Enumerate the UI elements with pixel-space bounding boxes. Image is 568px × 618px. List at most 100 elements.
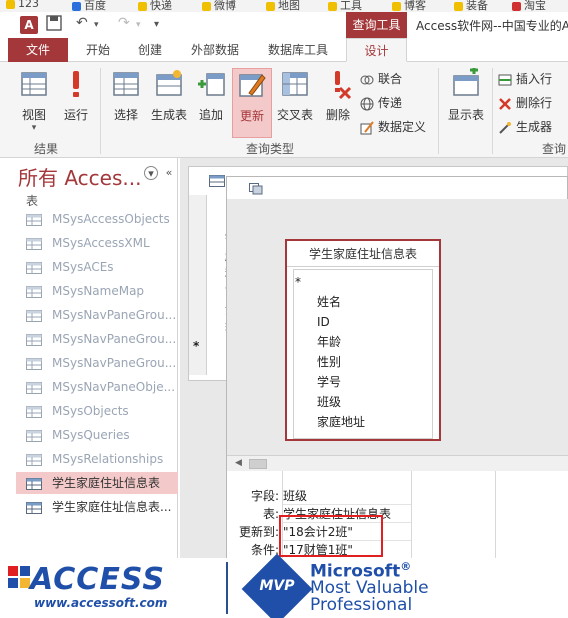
- globe-icon: [360, 97, 374, 110]
- tab-file[interactable]: 文件: [8, 38, 68, 62]
- view-icon: [21, 72, 47, 96]
- bookmark-item[interactable]: 123: [6, 0, 39, 10]
- data-definition-query-button[interactable]: 数据定义: [360, 116, 426, 138]
- union-query-button[interactable]: 联合: [360, 68, 402, 90]
- table-icon: [26, 333, 42, 346]
- tab-external-data[interactable]: 外部数据: [180, 38, 250, 62]
- builder-button[interactable]: 生成器: [498, 116, 552, 138]
- insert-rows-button[interactable]: 插入行: [498, 68, 552, 90]
- nav-item-table[interactable]: MSysNavPaneGrou...: [16, 304, 178, 326]
- delete-rows-button[interactable]: 删除行: [498, 92, 552, 114]
- ribbon-tabs: 文件 开始 创建 外部数据 数据库工具 设计: [0, 38, 568, 62]
- view-button[interactable]: 视图 ▾: [14, 68, 54, 138]
- field-list-item[interactable]: *: [295, 273, 429, 292]
- query-design-window: 学生家庭住址信息表 * 姓名 ID 年龄 性别 学号 班级 家庭地址 ◀ 字段:…: [226, 176, 568, 559]
- nav-item-table[interactable]: MSysNavPaneGrou...: [16, 352, 178, 374]
- field-list-item[interactable]: 学号: [317, 373, 451, 392]
- ribbon-separator: [100, 68, 101, 154]
- tab-home[interactable]: 开始: [76, 38, 120, 62]
- table-icon: [26, 453, 42, 466]
- nav-item-table[interactable]: MSysACEs: [16, 256, 178, 278]
- nav-item-student-address-table[interactable]: 学生家庭住址信息表: [16, 472, 178, 494]
- professional-label: Professional: [310, 595, 413, 615]
- nav-item-table[interactable]: MSysNameMap: [16, 280, 178, 302]
- table-icon: [26, 405, 42, 418]
- customize-qat-icon[interactable]: ▾: [154, 19, 159, 30]
- field-list-student-address[interactable]: 学生家庭住址信息表 * 姓名 ID 年龄 性别 学号 班级 家庭地址: [285, 239, 441, 441]
- insert-rows-icon: [498, 74, 512, 85]
- undo-dropdown-icon[interactable]: ▾: [94, 20, 99, 30]
- navigation-pane: 所有 Acces... ▾ « 表 MSysAccessObjects MSys…: [8, 158, 178, 558]
- bookmark-item[interactable]: 百度: [72, 0, 106, 12]
- nav-item-table[interactable]: MSysNavPaneObje...: [16, 376, 178, 398]
- nav-item-student-address-table-copy[interactable]: 学生家庭住址信息表...: [16, 496, 178, 518]
- nav-item-table[interactable]: MSysRelationships: [16, 448, 178, 470]
- footer-logo-strip: ACCESS www.accessoft.com MVP Microsoft® …: [0, 553, 568, 618]
- nav-item-table[interactable]: MSysObjects: [16, 400, 178, 422]
- nav-item-table[interactable]: MSysNavPaneGrou...: [16, 328, 178, 350]
- table-icon: [26, 237, 42, 250]
- show-table-button[interactable]: 显示表: [444, 68, 488, 138]
- field-list-item[interactable]: 性别: [317, 353, 451, 372]
- grid-cell-field[interactable]: 班级: [283, 487, 411, 505]
- field-list-item[interactable]: 班级: [317, 393, 451, 412]
- ribbon-separator: [438, 68, 439, 154]
- run-exclamation-icon: [73, 71, 79, 97]
- bookmark-item[interactable]: 快递: [138, 0, 172, 12]
- table-icon: [26, 357, 42, 370]
- query-type-group-label: 查询类型: [246, 142, 295, 156]
- run-button[interactable]: 运行: [58, 68, 94, 138]
- results-group-label: 结果: [34, 142, 59, 156]
- pass-through-query-button[interactable]: 传递: [360, 92, 402, 114]
- document-area: 张 钱 赵 程 首 黄 李 * 学生家庭住址信息表 * 姓名 ID 年龄 性别 …: [180, 158, 568, 559]
- bookmark-item[interactable]: 装备: [454, 0, 488, 12]
- field-list-item[interactable]: 年龄: [317, 333, 451, 352]
- access-app-icon[interactable]: A: [20, 16, 38, 34]
- field-list-item[interactable]: ID: [317, 313, 451, 332]
- ribbon: 视图 ▾ 运行 结果 选择 生成表 追加 更新 交叉表 删除 联合 传递 数据定…: [0, 62, 568, 158]
- save-icon[interactable]: [46, 15, 62, 35]
- append-query-button[interactable]: 追加: [192, 68, 230, 138]
- data-definition-icon: [360, 120, 374, 134]
- table-pane-scrollbar[interactable]: ◀: [227, 455, 568, 471]
- table-icon: [26, 285, 42, 298]
- footer-divider: [226, 562, 228, 614]
- undo-icon[interactable]: ↶: [76, 15, 88, 31]
- delete-query-button[interactable]: 删除: [318, 68, 358, 138]
- bookmark-item[interactable]: 地图: [266, 0, 300, 12]
- nav-item-table[interactable]: MSysQueries: [16, 424, 178, 446]
- bookmark-item[interactable]: 博客: [392, 0, 426, 12]
- query-window-icon: [249, 183, 263, 195]
- query-setup-group-label: 查询: [542, 142, 567, 156]
- field-list-item[interactable]: 家庭地址: [317, 413, 451, 432]
- nav-item-table[interactable]: MSysAccessObjects: [16, 208, 178, 230]
- select-query-button[interactable]: 选择: [106, 68, 146, 138]
- field-list-item[interactable]: 姓名: [317, 293, 451, 312]
- nav-pane-title[interactable]: 所有 Acces...: [18, 162, 141, 191]
- redo-icon[interactable]: ↷: [118, 15, 130, 31]
- nav-item-table[interactable]: MSysAccessXML: [16, 232, 178, 254]
- scroll-left-icon[interactable]: ◀: [235, 458, 242, 468]
- tab-design[interactable]: 设计: [346, 38, 407, 62]
- bookmark-item[interactable]: 工具: [328, 0, 362, 12]
- scroll-thumb[interactable]: [249, 459, 267, 469]
- field-list-title[interactable]: 学生家庭住址信息表: [287, 241, 439, 267]
- grid-divider: [411, 471, 412, 559]
- update-query-button[interactable]: 更新: [232, 68, 272, 138]
- tab-database-tools[interactable]: 数据库工具: [258, 38, 338, 62]
- union-icon: [360, 75, 374, 84]
- nav-pane-collapse-icon[interactable]: «: [162, 166, 176, 180]
- delete-rows-icon: [499, 97, 511, 110]
- title-bar: A ↶ ▾ ↷ ▾ ▾ 查询工具 Access软件网--中国专业的A: [0, 12, 568, 38]
- redo-dropdown-icon[interactable]: ▾: [136, 20, 141, 30]
- make-table-query-button[interactable]: 生成表: [148, 68, 190, 138]
- crosstab-query-button[interactable]: 交叉表: [274, 68, 316, 138]
- tab-create[interactable]: 创建: [128, 38, 172, 62]
- select-query-icon: [113, 72, 139, 96]
- bookmark-item[interactable]: 微博: [202, 0, 236, 12]
- access-url[interactable]: www.accessoft.com: [34, 596, 167, 610]
- nav-section-tables[interactable]: 表: [26, 192, 38, 209]
- new-record-marker: *: [193, 339, 200, 353]
- nav-pane-menu-icon[interactable]: ▾: [144, 166, 158, 180]
- bookmark-item[interactable]: 淘宝: [512, 0, 546, 12]
